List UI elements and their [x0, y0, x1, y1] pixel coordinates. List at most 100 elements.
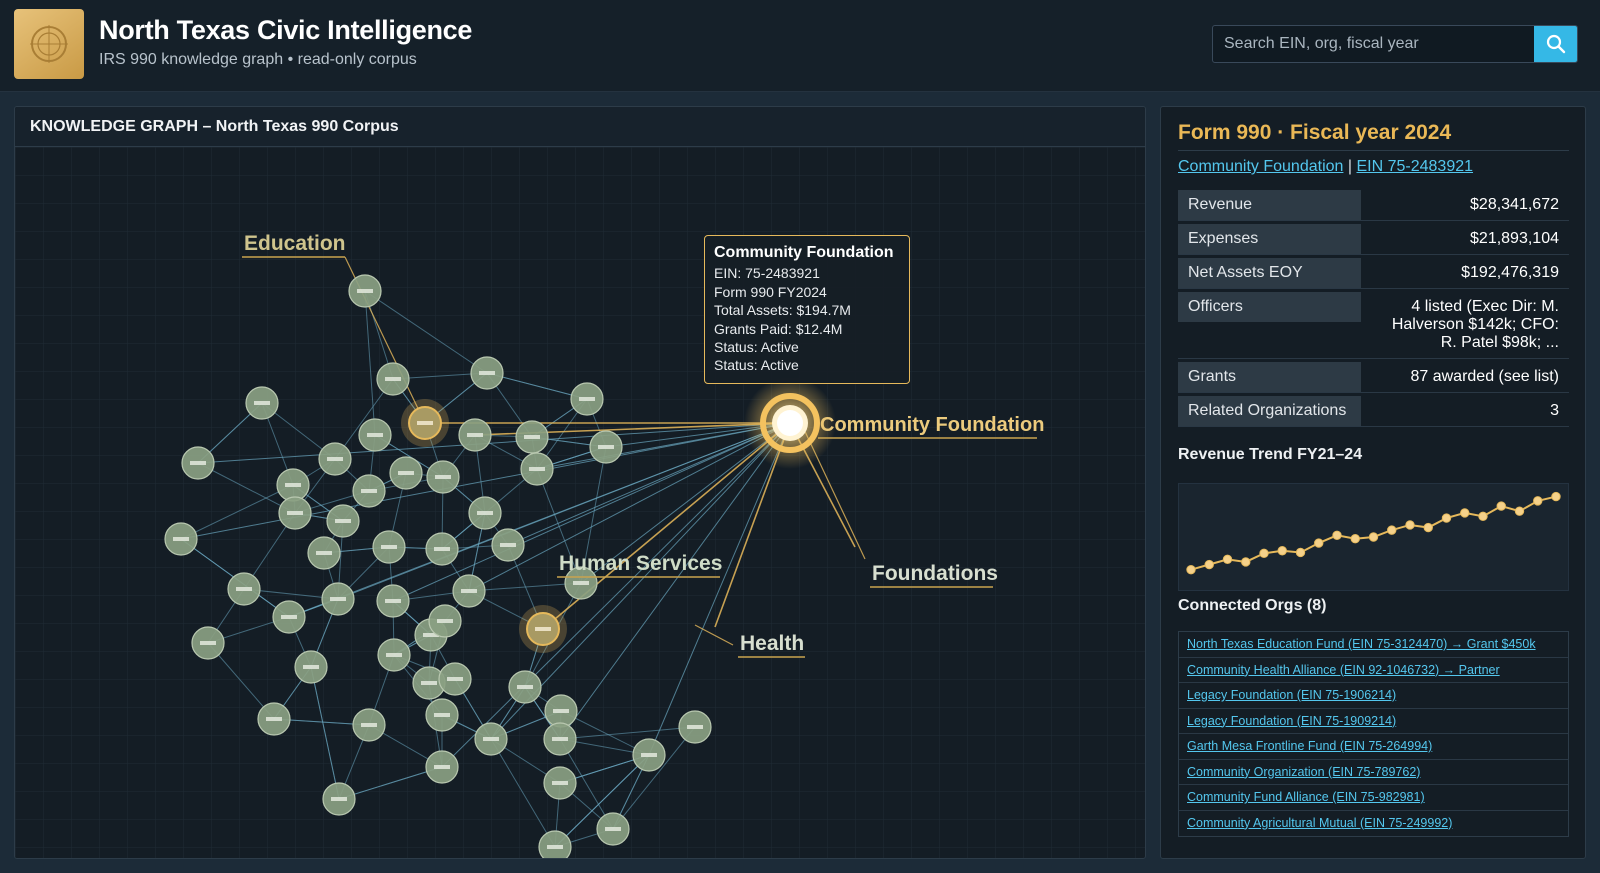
separator: | — [1347, 158, 1353, 175]
node-text-mark — [361, 723, 377, 727]
search-input[interactable] — [1213, 26, 1535, 62]
list-item: Community Organization (EIN 75-789762) — [1179, 760, 1568, 785]
trend-point — [1387, 525, 1397, 535]
trend-point — [1332, 530, 1342, 540]
trend-point — [1314, 538, 1324, 548]
node-text-mark — [385, 377, 401, 381]
node-text-mark — [434, 547, 450, 551]
connected-org-link[interactable]: Legacy Foundation (EIN 75-1906214) — [1187, 688, 1396, 702]
trend-point — [1222, 554, 1233, 565]
list-item: Legacy Foundation (EIN 75-1906214) — [1179, 683, 1568, 709]
row-key: Net Assets EOY — [1178, 258, 1361, 288]
cluster-label-human-services[interactable]: Human Services — [559, 552, 722, 575]
list-item: Legacy Foundation (EIN 75-1909214) — [1179, 709, 1568, 734]
node-text-mark — [287, 511, 303, 515]
list-item: Community Health Alliance (EIN 92-104673… — [1179, 658, 1568, 683]
tooltip-title: Community Foundation — [714, 244, 894, 261]
sparkline — [1186, 491, 1561, 575]
connected-org-link[interactable]: Community Health Alliance (EIN 92-104673… — [1187, 663, 1500, 677]
compass-icon — [30, 25, 68, 63]
node-text-mark — [553, 709, 569, 713]
tooltip-line: Status: Active — [714, 357, 799, 374]
trend-point — [1186, 564, 1196, 575]
cluster-label-health[interactable]: Health — [740, 632, 804, 655]
node-text-mark — [385, 599, 401, 603]
search-box — [1212, 25, 1578, 63]
graph-title: KNOWLEDGE GRAPH – North Texas 990 Corpus — [30, 118, 399, 135]
node-text-mark — [579, 397, 595, 401]
knowledge-graph-canvas[interactable]: Education Human Services Foundations Hea… — [15, 147, 1145, 859]
trend-point — [1368, 532, 1379, 542]
row-value: $28,341,672 — [1470, 196, 1559, 213]
node-text-mark — [687, 725, 703, 729]
trend-point — [1350, 534, 1360, 544]
node-text-mark — [524, 435, 540, 439]
connected-org-link[interactable]: Community Organization (EIN 75-789762) — [1187, 765, 1420, 779]
app-logo — [14, 9, 84, 79]
table-row: Officers 4 listed (Exec Dir: M. Halverso… — [1178, 292, 1569, 359]
trend-point — [1241, 557, 1251, 567]
connected-org-link[interactable]: Legacy Foundation (EIN 75-1909214) — [1187, 714, 1396, 728]
app-subtitle: IRS 990 knowledge graph • read-only corp… — [99, 51, 417, 68]
connected-org-link[interactable]: North Texas Education Fund (EIN 75-31244… — [1187, 637, 1536, 651]
node-text-mark — [547, 845, 563, 849]
connected-org-link[interactable]: Garth Mesa Frontline Fund (EIN 75-264994… — [1187, 739, 1432, 753]
list-item: Community Agricultural Mutual (EIN 75-24… — [1179, 811, 1568, 837]
trend-point — [1259, 548, 1269, 559]
node-text-mark — [461, 589, 477, 593]
node-text-mark — [254, 401, 270, 405]
trend-point — [1514, 506, 1525, 516]
connected-org-link[interactable]: Community Fund Alliance (EIN 75-982981) — [1187, 790, 1425, 804]
node-text-mark — [367, 433, 383, 437]
search-icon — [1546, 34, 1565, 54]
node-text-mark — [281, 615, 297, 619]
row-value: $21,893,104 — [1470, 230, 1559, 247]
node-text-mark — [266, 717, 282, 721]
trend-point — [1405, 520, 1415, 530]
tooltip-line: Status: Active — [714, 339, 799, 356]
tooltip-line: Total Assets: $194.7M — [714, 302, 851, 319]
connected-org-link[interactable]: Community Agricultural Mutual (EIN 75-24… — [1187, 816, 1452, 830]
divider — [1178, 150, 1569, 151]
form-990-detail-panel: Form 990 · Fiscal year 2024 Community Fo… — [1160, 106, 1586, 859]
row-value: 4 listed (Exec Dir: M. Halverson $142k; … — [1391, 298, 1559, 351]
node-text-mark — [605, 827, 621, 831]
connected-orgs-list: North Texas Education Fund (EIN 75-31244… — [1178, 631, 1569, 837]
node-text-mark — [500, 543, 516, 547]
node-text-mark — [417, 421, 433, 425]
app-title: North Texas Civic Intelligence — [99, 15, 473, 45]
tooltip-line: Form 990 FY2024 — [714, 283, 827, 300]
search-button[interactable] — [1534, 26, 1577, 62]
node-text-mark — [552, 737, 568, 741]
focus-node-label[interactable]: Community Foundation — [820, 414, 1044, 436]
node-text-mark — [190, 461, 206, 465]
row-value: $192,476,319 — [1461, 264, 1559, 281]
table-row: Revenue $28,341,672 — [1178, 190, 1569, 221]
trend-point — [1423, 522, 1433, 533]
row-key: Revenue — [1178, 190, 1361, 220]
node-text-mark — [398, 471, 414, 475]
node-text-mark — [386, 653, 402, 657]
node-text-mark — [447, 677, 463, 681]
row-key: Grants — [1178, 362, 1361, 392]
cluster-label-education[interactable]: Education — [244, 232, 346, 255]
node-text-mark — [330, 597, 346, 601]
node-text-mark — [535, 627, 551, 631]
trend-point — [1277, 546, 1287, 556]
row-value: 3 — [1550, 402, 1559, 419]
org-name-link[interactable]: Community Foundation — [1178, 158, 1343, 175]
node-text-mark — [477, 511, 493, 515]
table-row: Net Assets EOY $192,476,319 — [1178, 258, 1569, 289]
cluster-label-foundations[interactable]: Foundations — [872, 562, 998, 585]
trend-point — [1204, 559, 1214, 570]
trend-point — [1551, 491, 1561, 502]
ein-link[interactable]: EIN 75-2483921 — [1356, 158, 1473, 175]
table-row: Related Organizations 3 — [1178, 396, 1569, 427]
node-text-mark — [467, 433, 483, 437]
node-text-mark — [517, 685, 533, 689]
node-text-mark — [285, 483, 301, 487]
focus-node[interactable] — [744, 377, 836, 469]
trend-point — [1533, 496, 1543, 506]
trend-point — [1478, 511, 1488, 522]
trend-point — [1441, 513, 1452, 523]
